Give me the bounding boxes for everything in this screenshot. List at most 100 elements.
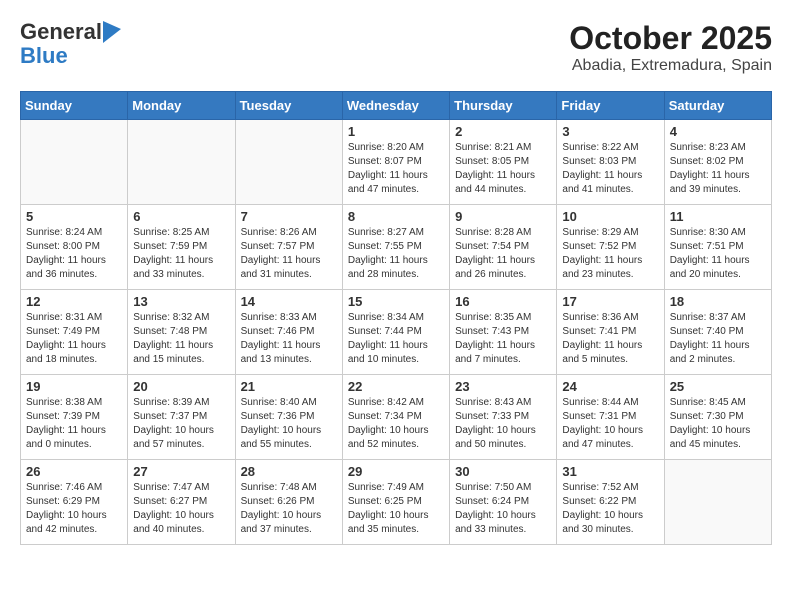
day-of-week-header: Tuesday: [235, 92, 342, 120]
day-number: 11: [670, 209, 766, 224]
day-of-week-header: Thursday: [450, 92, 557, 120]
location: Abadia, Extremadura, Spain: [569, 57, 772, 75]
calendar-day-cell: 29Sunrise: 7:49 AM Sunset: 6:25 PM Dayli…: [342, 460, 449, 545]
day-number: 25: [670, 379, 766, 394]
day-info: Sunrise: 8:23 AM Sunset: 8:02 PM Dayligh…: [670, 141, 766, 197]
day-number: 23: [455, 379, 551, 394]
day-number: 4: [670, 124, 766, 139]
calendar-day-cell: 7Sunrise: 8:26 AM Sunset: 7:57 PM Daylig…: [235, 205, 342, 290]
calendar-day-cell: 8Sunrise: 8:27 AM Sunset: 7:55 PM Daylig…: [342, 205, 449, 290]
day-number: 5: [26, 209, 122, 224]
calendar-day-cell: 25 Sunrise: 8:45 AM Sunset: 7:30 PM Dayli…: [664, 375, 771, 460]
calendar-day-cell: [664, 460, 771, 545]
day-number: 2: [455, 124, 551, 139]
day-info: Sunrise: 8:20 AM Sunset: 8:07 PM Dayligh…: [348, 141, 444, 197]
day-number: 12: [26, 294, 122, 309]
calendar-day-cell: 5 Sunrise: 8:24 AM Sunset: 8:00 PM Daylig…: [21, 205, 128, 290]
calendar-day-cell: 19 Sunrise: 8:38 AM Sunset: 7:39 PM Dayli…: [21, 375, 128, 460]
calendar-day-cell: 26 Sunrise: 7:46 AM Sunset: 6:29 PM Dayli…: [21, 460, 128, 545]
calendar-day-cell: 4 Sunrise: 8:23 AM Sunset: 8:02 PM Daylig…: [664, 120, 771, 205]
day-number: 3: [562, 124, 658, 139]
day-info: Sunrise: 7:50 AM Sunset: 6:24 PM Dayligh…: [455, 481, 551, 537]
day-info: Sunrise: 8:29 AM Sunset: 7:52 PM Dayligh…: [562, 226, 658, 282]
title-block: October 2025 Abadia, Extremadura, Spain: [569, 20, 772, 75]
calendar-day-cell: 3 Sunrise: 8:22 AM Sunset: 8:03 PM Daylig…: [557, 120, 664, 205]
day-info: Sunrise: 7:46 AM Sunset: 6:29 PM Dayligh…: [26, 481, 122, 537]
calendar-week-row: 1Sunrise: 8:20 AM Sunset: 8:07 PM Daylig…: [21, 120, 772, 205]
calendar-week-row: 5 Sunrise: 8:24 AM Sunset: 8:00 PM Daylig…: [21, 205, 772, 290]
calendar-day-cell: 2 Sunrise: 8:21 AM Sunset: 8:05 PM Daylig…: [450, 120, 557, 205]
day-info: Sunrise: 8:38 AM Sunset: 7:39 PM Dayligh…: [26, 396, 122, 452]
day-number: 26: [26, 464, 122, 479]
day-info: Sunrise: 8:39 AM Sunset: 7:37 PM Dayligh…: [133, 396, 229, 452]
calendar-day-cell: 9 Sunrise: 8:28 AM Sunset: 7:54 PM Daylig…: [450, 205, 557, 290]
day-info: Sunrise: 8:28 AM Sunset: 7:54 PM Dayligh…: [455, 226, 551, 282]
day-number: 10: [562, 209, 658, 224]
day-number: 15: [348, 294, 444, 309]
day-number: 9: [455, 209, 551, 224]
day-info: Sunrise: 7:47 AM Sunset: 6:27 PM Dayligh…: [133, 481, 229, 537]
day-number: 14: [241, 294, 337, 309]
day-info: Sunrise: 8:40 AM Sunset: 7:36 PM Dayligh…: [241, 396, 337, 452]
day-info: Sunrise: 8:24 AM Sunset: 8:00 PM Dayligh…: [26, 226, 122, 282]
day-number: 19: [26, 379, 122, 394]
day-info: Sunrise: 8:34 AM Sunset: 7:44 PM Dayligh…: [348, 311, 444, 367]
day-of-week-header: Wednesday: [342, 92, 449, 120]
calendar-header-row: SundayMondayTuesdayWednesdayThursdayFrid…: [21, 92, 772, 120]
day-number: 13: [133, 294, 229, 309]
calendar-day-cell: 21Sunrise: 8:40 AM Sunset: 7:36 PM Dayli…: [235, 375, 342, 460]
calendar-day-cell: 20Sunrise: 8:39 AM Sunset: 7:37 PM Dayli…: [128, 375, 235, 460]
logo-blue: Blue: [20, 43, 68, 68]
day-number: 22: [348, 379, 444, 394]
calendar-day-cell: 13 Sunrise: 8:32 AM Sunset: 7:48 PM Dayli…: [128, 290, 235, 375]
day-number: 16: [455, 294, 551, 309]
day-number: 31: [562, 464, 658, 479]
day-info: Sunrise: 8:30 AM Sunset: 7:51 PM Dayligh…: [670, 226, 766, 282]
calendar-day-cell: 10 Sunrise: 8:29 AM Sunset: 7:52 PM Dayli…: [557, 205, 664, 290]
calendar-day-cell: 1Sunrise: 8:20 AM Sunset: 8:07 PM Daylig…: [342, 120, 449, 205]
calendar-week-row: 12 Sunrise: 8:31 AM Sunset: 7:49 PM Dayli…: [21, 290, 772, 375]
page-header: General Blue October 2025 Abadia, Extrem…: [20, 20, 772, 75]
logo: General Blue: [20, 20, 121, 68]
day-info: Sunrise: 8:21 AM Sunset: 8:05 PM Dayligh…: [455, 141, 551, 197]
calendar-day-cell: 23 Sunrise: 8:43 AM Sunset: 7:33 PM Dayli…: [450, 375, 557, 460]
day-number: 28: [241, 464, 337, 479]
day-info: Sunrise: 8:37 AM Sunset: 7:40 PM Dayligh…: [670, 311, 766, 367]
day-number: 27: [133, 464, 229, 479]
day-number: 30: [455, 464, 551, 479]
day-number: 18: [670, 294, 766, 309]
day-info: Sunrise: 8:31 AM Sunset: 7:49 PM Dayligh…: [26, 311, 122, 367]
day-number: 7: [241, 209, 337, 224]
day-number: 8: [348, 209, 444, 224]
calendar-day-cell: 30 Sunrise: 7:50 AM Sunset: 6:24 PM Dayli…: [450, 460, 557, 545]
calendar-day-cell: 18 Sunrise: 8:37 AM Sunset: 7:40 PM Dayli…: [664, 290, 771, 375]
day-number: 24: [562, 379, 658, 394]
calendar-day-cell: 31 Sunrise: 7:52 AM Sunset: 6:22 PM Dayli…: [557, 460, 664, 545]
day-info: Sunrise: 7:49 AM Sunset: 6:25 PM Dayligh…: [348, 481, 444, 537]
calendar-day-cell: 24Sunrise: 8:44 AM Sunset: 7:31 PM Dayli…: [557, 375, 664, 460]
day-info: Sunrise: 8:33 AM Sunset: 7:46 PM Dayligh…: [241, 311, 337, 367]
calendar-day-cell: 27 Sunrise: 7:47 AM Sunset: 6:27 PM Dayli…: [128, 460, 235, 545]
calendar-week-row: 26 Sunrise: 7:46 AM Sunset: 6:29 PM Dayli…: [21, 460, 772, 545]
month-title: October 2025: [569, 20, 772, 57]
calendar-week-row: 19 Sunrise: 8:38 AM Sunset: 7:39 PM Dayli…: [21, 375, 772, 460]
day-info: Sunrise: 8:35 AM Sunset: 7:43 PM Dayligh…: [455, 311, 551, 367]
calendar-day-cell: 15 Sunrise: 8:34 AM Sunset: 7:44 PM Dayli…: [342, 290, 449, 375]
day-info: Sunrise: 8:45 AM Sunset: 7:30 PM Dayligh…: [670, 396, 766, 452]
calendar-day-cell: 16 Sunrise: 8:35 AM Sunset: 7:43 PM Dayli…: [450, 290, 557, 375]
day-of-week-header: Saturday: [664, 92, 771, 120]
day-of-week-header: Friday: [557, 92, 664, 120]
day-number: 17: [562, 294, 658, 309]
calendar-day-cell: 12 Sunrise: 8:31 AM Sunset: 7:49 PM Dayli…: [21, 290, 128, 375]
day-info: Sunrise: 7:52 AM Sunset: 6:22 PM Dayligh…: [562, 481, 658, 537]
day-info: Sunrise: 8:22 AM Sunset: 8:03 PM Dayligh…: [562, 141, 658, 197]
day-info: Sunrise: 8:42 AM Sunset: 7:34 PM Dayligh…: [348, 396, 444, 452]
day-info: Sunrise: 8:36 AM Sunset: 7:41 PM Dayligh…: [562, 311, 658, 367]
day-info: Sunrise: 8:43 AM Sunset: 7:33 PM Dayligh…: [455, 396, 551, 452]
day-info: Sunrise: 8:32 AM Sunset: 7:48 PM Dayligh…: [133, 311, 229, 367]
calendar-day-cell: [128, 120, 235, 205]
calendar-day-cell: 28 Sunrise: 7:48 AM Sunset: 6:26 PM Dayli…: [235, 460, 342, 545]
day-info: Sunrise: 8:25 AM Sunset: 7:59 PM Dayligh…: [133, 226, 229, 282]
day-info: Sunrise: 7:48 AM Sunset: 6:26 PM Dayligh…: [241, 481, 337, 537]
day-of-week-header: Monday: [128, 92, 235, 120]
